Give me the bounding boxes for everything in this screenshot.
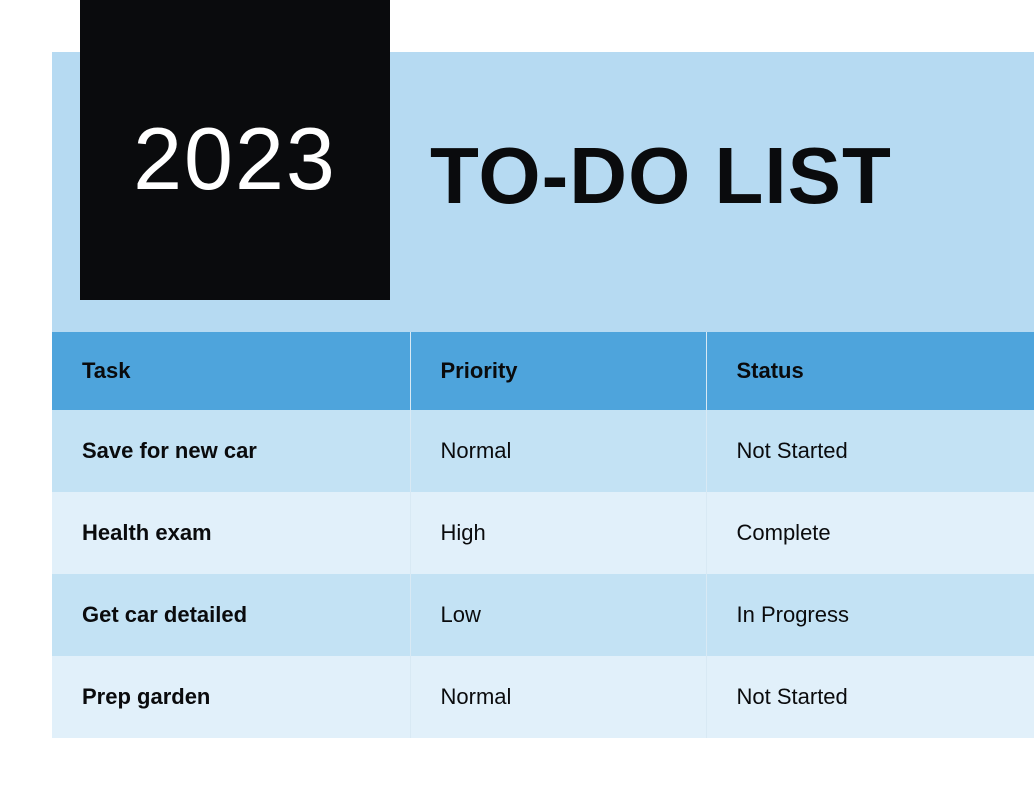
- cell-priority: Normal: [410, 656, 706, 738]
- col-header-priority: Priority: [410, 332, 706, 410]
- cell-task: Get car detailed: [52, 574, 410, 656]
- col-header-status: Status: [706, 332, 1034, 410]
- year-text: 2023: [133, 108, 337, 210]
- cell-priority: High: [410, 492, 706, 574]
- cell-priority: Low: [410, 574, 706, 656]
- year-box: 2023: [80, 0, 390, 300]
- table-header-row: Task Priority Status: [52, 332, 1034, 410]
- todo-table: Task Priority Status Save for new car No…: [52, 332, 1034, 738]
- cell-task: Health exam: [52, 492, 410, 574]
- table-row: Prep garden Normal Not Started: [52, 656, 1034, 738]
- cell-task: Prep garden: [52, 656, 410, 738]
- page-title: TO-DO LIST: [430, 130, 892, 222]
- col-header-task: Task: [52, 332, 410, 410]
- cell-status: In Progress: [706, 574, 1034, 656]
- cell-status: Complete: [706, 492, 1034, 574]
- cell-status: Not Started: [706, 656, 1034, 738]
- cell-priority: Normal: [410, 410, 706, 492]
- table-row: Save for new car Normal Not Started: [52, 410, 1034, 492]
- cell-status: Not Started: [706, 410, 1034, 492]
- cell-task: Save for new car: [52, 410, 410, 492]
- table-row: Get car detailed Low In Progress: [52, 574, 1034, 656]
- table-row: Health exam High Complete: [52, 492, 1034, 574]
